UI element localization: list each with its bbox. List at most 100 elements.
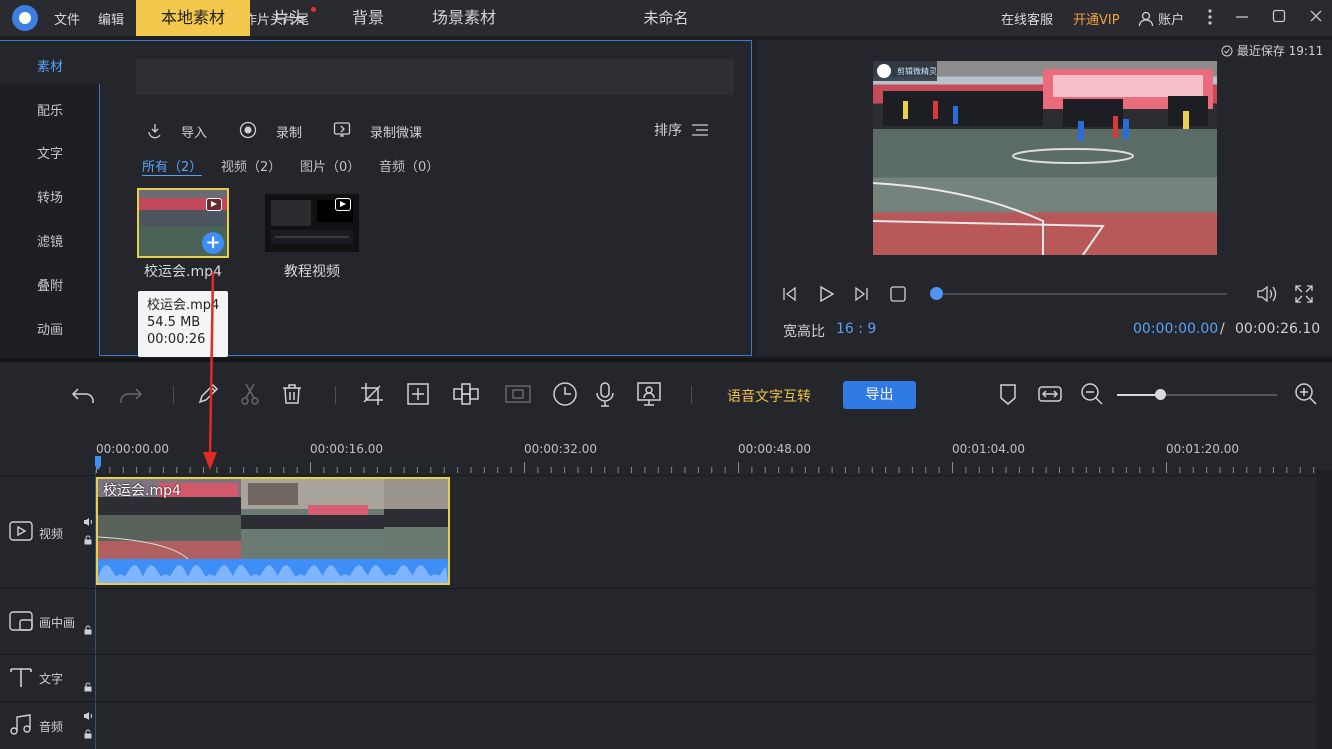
seek-bar[interactable] <box>937 293 1227 295</box>
watermark-text: 剪辑微精灵 <box>897 67 937 76</box>
more-vertical-icon <box>1208 9 1212 25</box>
fit-width-icon <box>1038 386 1062 402</box>
resize-icon <box>407 383 429 405</box>
prev-frame-button[interactable] <box>780 284 800 304</box>
ruler-label: 00:00:00.00 <box>96 442 169 456</box>
volume-button[interactable] <box>1256 284 1277 304</box>
menu-file[interactable]: 文件 <box>54 9 80 28</box>
play-button[interactable] <box>816 284 836 304</box>
mosaic-button[interactable] <box>452 380 480 408</box>
media-thumbnail-2[interactable] <box>265 194 359 252</box>
presenter-button[interactable] <box>635 380 663 408</box>
online-support-link[interactable]: 在线客服 <box>1001 9 1053 28</box>
tab-intro[interactable]: 片头 <box>273 0 305 36</box>
zoom-in-button[interactable] <box>1292 380 1320 408</box>
cut-button[interactable] <box>236 380 264 408</box>
import-icon[interactable] <box>146 121 164 139</box>
tooltip-size: 54.5 MB <box>147 315 201 330</box>
sidebar-item-filter[interactable]: 滤镜 <box>0 221 100 265</box>
sidebar-item-text[interactable]: 文字 <box>0 133 100 177</box>
add-to-timeline-button[interactable]: + <box>202 232 224 254</box>
sidebar-item-overlay[interactable]: 叠附 <box>0 265 100 309</box>
scissors-icon <box>241 383 259 405</box>
music-track-icon <box>10 714 31 735</box>
duration-button[interactable] <box>551 380 579 408</box>
import-button[interactable]: 导入 <box>181 122 207 141</box>
step-back-icon <box>783 286 796 302</box>
crop-button[interactable] <box>358 380 386 408</box>
account-button[interactable]: 账户 <box>1138 9 1184 28</box>
track-text[interactable] <box>0 654 1316 701</box>
preview-video[interactable] <box>873 61 1217 255</box>
track-lock-icon[interactable] <box>83 682 93 692</box>
notification-dot <box>311 7 316 12</box>
toolbar-separator-3 <box>691 386 692 404</box>
tab-local-media[interactable]: 本地素材 <box>136 0 250 36</box>
undo-button[interactable] <box>70 380 98 408</box>
filter-image[interactable]: 图片（0） <box>300 156 360 175</box>
tab-scene-media[interactable]: 场景素材 <box>432 0 496 36</box>
redo-icon <box>120 388 143 403</box>
time-separator: / <box>1220 321 1225 337</box>
more-menu-button[interactable] <box>1200 8 1220 28</box>
clip-name: 校运会.mp4 <box>103 483 181 499</box>
resize-button[interactable] <box>404 380 432 408</box>
vip-link[interactable]: 开通VIP <box>1073 9 1120 28</box>
filter-all[interactable]: 所有（2） <box>142 156 203 176</box>
sidebar-item-music[interactable]: 配乐 <box>0 90 100 134</box>
total-time: 00:00:26.10 <box>1235 321 1321 337</box>
menu-edit[interactable]: 编辑 <box>98 9 124 28</box>
marker-icon <box>1000 384 1016 405</box>
sidebar-item-transition[interactable]: 转场 <box>0 177 100 221</box>
filter-video[interactable]: 视频（2） <box>221 156 281 175</box>
toolbar-separator <box>173 386 174 404</box>
edit-button[interactable] <box>194 380 222 408</box>
speech-to-text-button[interactable]: 语音文字互转 <box>727 386 811 406</box>
record-lesson-icon[interactable] <box>333 121 351 139</box>
tooltip-duration: 00:00:26 <box>147 332 206 347</box>
track-name-pip: 画中画 <box>39 616 76 630</box>
close-button[interactable] <box>1306 8 1326 28</box>
track-lock-icon[interactable] <box>83 535 93 545</box>
sidebar-item-media[interactable]: 素材 <box>0 46 100 90</box>
stop-button[interactable] <box>888 284 908 304</box>
track-volume-icon[interactable] <box>83 517 93 527</box>
track-audio[interactable] <box>0 701 1316 749</box>
redo-button[interactable] <box>116 380 144 408</box>
track-lock-icon[interactable] <box>83 625 93 635</box>
voiceover-button[interactable] <box>591 380 619 408</box>
fit-timeline-button[interactable] <box>1036 380 1064 408</box>
zoom-out-button[interactable] <box>1078 380 1106 408</box>
marker-button[interactable] <box>994 380 1022 408</box>
maximize-button[interactable] <box>1269 8 1289 28</box>
media-tooltip: 校运会.mp4 54.5 MB 00:00:26 <box>138 291 228 357</box>
time-ruler[interactable] <box>96 460 1316 474</box>
delete-button[interactable] <box>278 380 306 408</box>
timeline-scrollbar[interactable] <box>1316 470 1332 749</box>
check-circle-icon <box>1221 45 1233 57</box>
user-icon <box>1138 11 1154 27</box>
minimize-button[interactable] <box>1232 8 1252 28</box>
text-track-icon <box>10 668 32 687</box>
fullscreen-button[interactable] <box>1294 284 1314 304</box>
tab-background[interactable]: 背景 <box>352 0 384 36</box>
media-name-1: 校运会.mp4 <box>144 264 222 280</box>
sidebar-item-animation[interactable]: 动画 <box>0 309 100 353</box>
zoom-slider-handle[interactable] <box>1155 389 1166 400</box>
track-volume-icon[interactable] <box>83 711 93 721</box>
pip-track-icon <box>9 611 33 631</box>
freeze-frame-button[interactable] <box>504 380 532 408</box>
account-label: 账户 <box>1158 13 1185 28</box>
trash-icon <box>283 384 301 404</box>
filter-audio[interactable]: 音频（0） <box>379 156 439 175</box>
export-button[interactable]: 导出 <box>843 381 916 409</box>
record-lesson-button[interactable]: 录制微课 <box>370 122 422 141</box>
next-frame-button[interactable] <box>851 284 871 304</box>
aspect-ratio-value[interactable]: 16 : 9 <box>836 321 876 337</box>
track-pip[interactable] <box>0 588 1316 654</box>
track-lock-icon[interactable] <box>83 729 93 739</box>
seek-handle[interactable] <box>930 287 943 300</box>
record-icon[interactable] <box>239 121 257 139</box>
sort-button[interactable]: 排序 <box>654 120 710 140</box>
record-button[interactable]: 录制 <box>276 122 302 141</box>
